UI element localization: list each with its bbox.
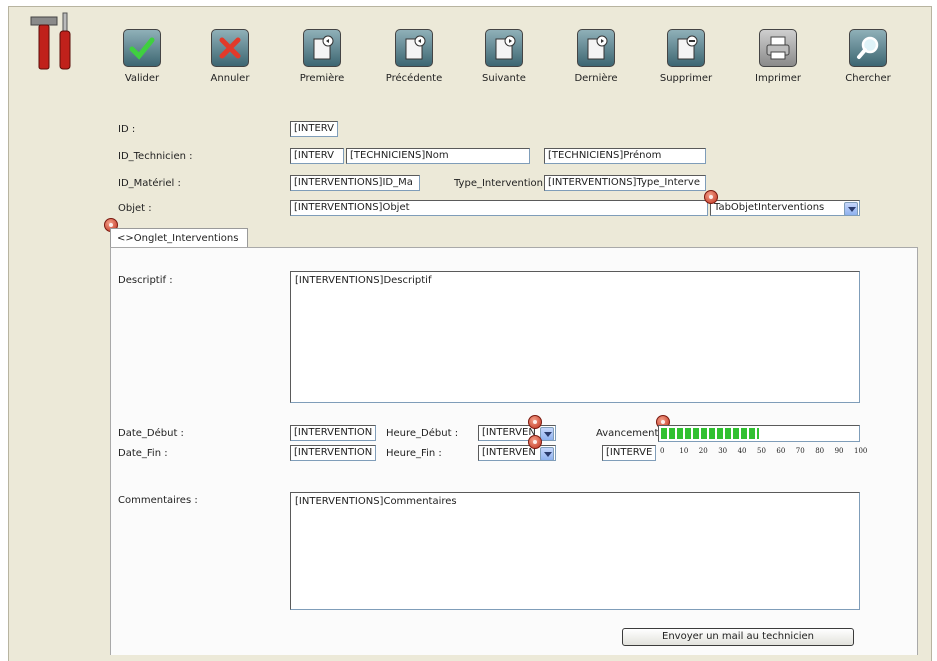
tools-logo-icon (30, 12, 71, 70)
magnifier-icon (849, 29, 887, 67)
scale-tick-label: 80 (815, 447, 825, 455)
next-record-icon (485, 29, 523, 67)
script-marker-icon (528, 415, 542, 429)
objet-combo[interactable]: TabObjetInterventions (710, 200, 860, 216)
last-record-icon (577, 29, 615, 67)
heure-fin-label: Heure_Fin : (386, 448, 442, 459)
precedente-label: Précédente (385, 73, 443, 84)
heure-debut-value: [INTERVEN (482, 427, 536, 438)
date-fin-label: Date_Fin : (118, 448, 168, 459)
id-materiel-label: ID_Matériel : (118, 178, 181, 189)
scale-tick-label: 20 (698, 447, 708, 455)
chevron-down-icon[interactable] (540, 447, 554, 460)
descriptif-label: Descriptif : (118, 275, 173, 286)
id-label: ID : (118, 124, 136, 135)
heure-debut-combo[interactable]: [INTERVEN (478, 425, 556, 441)
premiere-label: Première (299, 73, 345, 84)
supprimer-button[interactable]: Supprimer (651, 29, 721, 84)
date-fin-field[interactable]: [INTERVENTION (290, 445, 376, 461)
avancement-progress-fill (661, 428, 759, 439)
valider-button[interactable]: Valider (107, 29, 177, 84)
suivante-label: Suivante (482, 73, 526, 84)
avancement-progress-bar[interactable] (658, 425, 860, 442)
objet-field[interactable]: [INTERVENTIONS]Objet (290, 200, 708, 216)
first-record-icon (303, 29, 341, 67)
tab-onglet-interventions[interactable]: <>Onglet_Interventions (110, 228, 248, 248)
delete-record-icon (667, 29, 705, 67)
date-debut-label: Date_Début : (118, 428, 184, 439)
scale-tick-label: 10 (679, 447, 689, 455)
commentaires-label: Commentaires : (118, 495, 198, 506)
scale-tick-label: 40 (737, 447, 747, 455)
chercher-label: Chercher (845, 73, 891, 84)
chercher-button[interactable]: Chercher (833, 29, 903, 84)
technicien-nom-field[interactable]: [TECHNICIENS]Nom (346, 148, 530, 164)
suivante-button[interactable]: Suivante (469, 29, 539, 84)
scale-tick-label: 70 (795, 447, 805, 455)
script-marker-icon (704, 190, 718, 204)
derniere-label: Dernière (574, 73, 618, 84)
id-technicien-label: ID_Technicien : (118, 151, 193, 162)
heure-debut-label: Heure_Début : (386, 428, 459, 439)
id-technicien-field[interactable]: [INTERV (290, 148, 344, 164)
tab-label: <>Onglet_Interventions (117, 233, 239, 244)
script-marker-icon (528, 435, 542, 449)
type-intervention-field[interactable]: [INTERVENTIONS]Type_Interve (544, 175, 706, 191)
valider-label: Valider (124, 73, 160, 84)
objet-combo-value: TabObjetInterventions (714, 202, 825, 213)
previous-record-icon (395, 29, 433, 67)
imprimer-button[interactable]: Imprimer (743, 29, 813, 84)
printer-icon (759, 29, 797, 67)
heure-fin-value: [INTERVEN (482, 447, 536, 458)
annuler-label: Annuler (210, 73, 250, 84)
scale-tick-label: 100 (854, 447, 868, 455)
scale-tick-label: 50 (757, 447, 766, 455)
annuler-button[interactable]: Annuler (195, 29, 265, 84)
technicien-prenom-field[interactable]: [TECHNICIENS]Prénom (544, 148, 706, 164)
id-materiel-field[interactable]: [INTERVENTIONS]ID_Ma (290, 175, 420, 191)
heure-fin-combo[interactable]: [INTERVEN (478, 445, 556, 461)
checkmark-icon (123, 29, 161, 67)
derniere-button[interactable]: Dernière (561, 29, 631, 84)
scale-tick-label: 0 (660, 447, 665, 455)
cross-icon (211, 29, 249, 67)
chevron-down-icon[interactable] (844, 202, 858, 215)
scale-tick-label: 60 (776, 447, 786, 455)
objet-label: Objet : (118, 203, 152, 214)
descriptif-textarea[interactable]: [INTERVENTIONS]Descriptif (290, 271, 860, 403)
avancement-field[interactable]: [INTERVE (602, 445, 656, 461)
commentaires-textarea[interactable]: [INTERVENTIONS]Commentaires (290, 492, 860, 610)
send-mail-button[interactable]: Envoyer un mail au technicien (622, 628, 854, 646)
date-debut-field[interactable]: [INTERVENTION (290, 425, 376, 441)
type-intervention-label: Type_Intervention (454, 178, 544, 189)
precedente-button[interactable]: Précédente (379, 29, 449, 84)
scale-tick-label: 90 (834, 447, 844, 455)
scale-tick-label: 30 (718, 447, 728, 455)
supprimer-label: Supprimer (659, 73, 713, 84)
chevron-down-icon[interactable] (540, 427, 554, 440)
avancement-label: Avancement : (596, 428, 665, 439)
premiere-button[interactable]: Première (287, 29, 357, 84)
imprimer-label: Imprimer (755, 73, 801, 84)
id-field[interactable]: [INTERV (290, 121, 338, 137)
